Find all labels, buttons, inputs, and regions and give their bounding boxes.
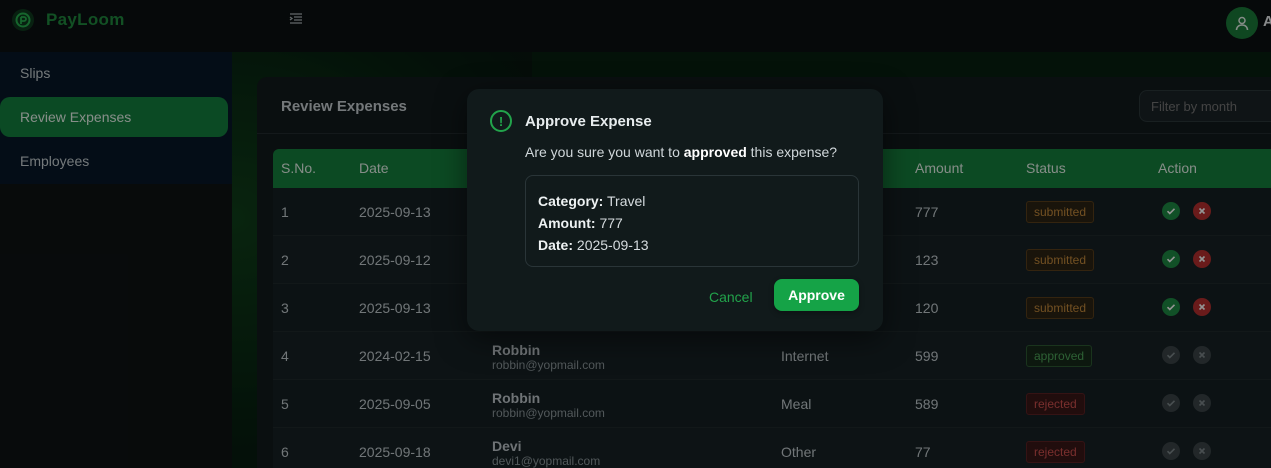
detail-date: Date: 2025-09-13	[538, 234, 846, 256]
message-prefix: Are you sure you want to	[525, 144, 684, 160]
exclamation-circle-icon: !	[490, 110, 512, 132]
message-suffix: this expense?	[746, 144, 838, 160]
dialog-title: Approve Expense	[525, 113, 652, 130]
cancel-button[interactable]: Cancel	[701, 285, 761, 309]
dialog-message: Are you sure you want to approved this e…	[525, 144, 837, 160]
expense-details: Category: Travel Amount: 777 Date: 2025-…	[525, 175, 859, 267]
detail-amount: Amount: 777	[538, 212, 846, 234]
detail-category: Category: Travel	[538, 190, 846, 212]
category-label: Category:	[538, 193, 604, 209]
date-value: 2025-09-13	[576, 237, 649, 253]
approve-expense-dialog: ! Approve Expense Are you sure you want …	[467, 89, 883, 331]
message-action: approved	[683, 144, 747, 160]
approve-button[interactable]: Approve	[774, 279, 859, 311]
category-value: Travel	[607, 193, 646, 209]
date-label: Date:	[538, 237, 574, 253]
amount-label: Amount:	[538, 215, 596, 231]
amount-value: 777	[599, 215, 623, 231]
